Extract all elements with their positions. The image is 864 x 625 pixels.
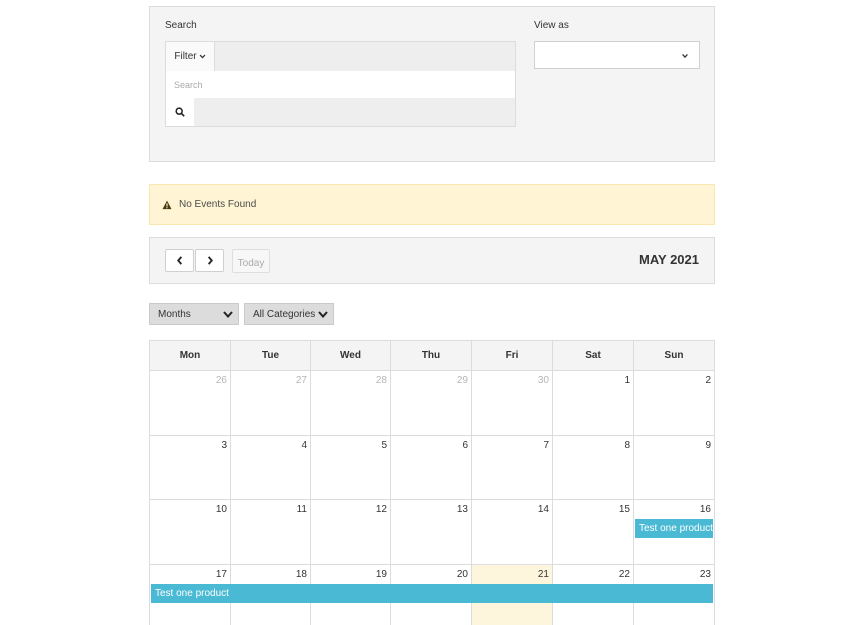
day-number: 15 <box>618 504 630 515</box>
day-number: 16 <box>699 504 711 515</box>
weekday-fri: Fri <box>472 341 553 370</box>
calendar-grid: Mon Tue Wed Thu Fri Sat Sun 26 27 28 29 30 1 2 3 4 5 6 7 8… <box>149 340 715 625</box>
view-as-select[interactable] <box>534 41 700 69</box>
day-cell[interactable]: 9 <box>634 436 714 500</box>
day-cell[interactable]: 10 <box>150 500 231 565</box>
chevron-left-icon <box>176 256 182 265</box>
day-number: 30 <box>537 375 549 386</box>
day-number: 29 <box>456 375 468 386</box>
day-number: 20 <box>456 569 468 580</box>
search-panel: Search Filter View as <box>149 6 715 162</box>
day-cell[interactable]: 30 <box>472 371 553 436</box>
calendar-event[interactable]: Test one product <box>151 584 713 603</box>
day-number: 12 <box>375 504 387 515</box>
prev-month-button[interactable] <box>165 249 194 272</box>
day-cell[interactable]: 7 <box>472 436 553 500</box>
day-cell[interactable]: 8 <box>553 436 634 500</box>
chevron-down-icon <box>318 311 328 319</box>
next-month-button[interactable] <box>195 249 224 272</box>
no-events-alert: No Events Found <box>149 184 715 225</box>
chevron-down-icon <box>223 311 233 319</box>
weekday-tue: Tue <box>231 341 311 370</box>
day-cell[interactable]: 4 <box>231 436 311 500</box>
day-cell[interactable]: 2 <box>634 371 714 436</box>
day-number: 14 <box>537 504 549 515</box>
day-number: 22 <box>618 569 630 580</box>
calendar-days: 26 27 28 29 30 1 2 3 4 5 6 7 8 9 10 11 12 13 14 15 16 17 18 19 2… <box>149 371 715 625</box>
warning-icon <box>162 200 172 209</box>
view-as-label: View as <box>534 20 569 31</box>
chevron-down-icon <box>199 54 206 59</box>
search-input[interactable] <box>166 71 515 98</box>
search-label: Search <box>165 20 197 31</box>
today-button[interactable]: Today <box>232 249 270 273</box>
day-number: 17 <box>215 569 227 580</box>
day-cell[interactable]: 29 <box>391 371 472 436</box>
day-cell[interactable]: 3 <box>150 436 231 500</box>
today-label: Today <box>237 257 265 269</box>
weekday-sun: Sun <box>664 350 684 361</box>
day-number: 11 <box>296 504 307 515</box>
day-number: 4 <box>301 440 307 451</box>
chevron-down-icon <box>682 53 688 59</box>
day-cell[interactable]: 12 <box>311 500 391 565</box>
day-number: 26 <box>215 375 227 386</box>
day-number: 28 <box>375 375 387 386</box>
day-cell[interactable]: 13 <box>391 500 472 565</box>
day-cell[interactable]: 14 <box>472 500 553 565</box>
day-number: 6 <box>462 440 468 451</box>
day-cell[interactable]: 5 <box>311 436 391 500</box>
day-cell[interactable]: 26 <box>150 371 231 436</box>
day-number: 13 <box>456 504 468 515</box>
day-number: 8 <box>624 440 630 451</box>
search-icon <box>175 107 185 117</box>
search-button[interactable] <box>166 98 194 126</box>
day-number: 23 <box>699 569 711 580</box>
calendar-toolbar: Today MAY 2021 <box>149 237 715 284</box>
day-cell[interactable]: 11 <box>231 500 311 565</box>
period-select[interactable]: Months <box>149 303 239 325</box>
chevron-right-icon <box>207 256 213 265</box>
month-title: MAY 2021 <box>639 252 699 267</box>
search-box: Filter <box>165 41 516 127</box>
day-number: 1 <box>624 375 630 386</box>
alert-message: No Events Found <box>179 199 257 210</box>
weekday-mon: Mon <box>150 341 231 370</box>
category-select[interactable]: All Categories <box>244 303 334 325</box>
day-cell[interactable]: 6 <box>391 436 472 500</box>
weekday-thu: Thu <box>391 341 472 370</box>
day-number: 5 <box>381 440 387 451</box>
day-number: 2 <box>705 375 711 386</box>
day-number: 10 <box>215 504 227 515</box>
weekday-sat: Sat <box>553 341 634 370</box>
day-number: 18 <box>295 569 307 580</box>
day-number: 27 <box>295 375 307 386</box>
day-number: 9 <box>705 440 711 451</box>
weekday-header: Mon Tue Wed Thu Fri Sat Sun <box>149 340 715 371</box>
weekday-wed: Wed <box>311 341 391 370</box>
day-number: 7 <box>543 440 549 451</box>
day-number: 19 <box>375 569 387 580</box>
filter-dropdown-button[interactable]: Filter <box>166 42 215 71</box>
filter-label: Filter <box>174 51 197 62</box>
day-cell[interactable]: 1 <box>553 371 634 436</box>
period-value: Months <box>158 308 191 320</box>
day-cell[interactable]: 28 <box>311 371 391 436</box>
category-value: All Categories <box>253 308 316 320</box>
day-number: 3 <box>221 440 227 451</box>
day-cell[interactable]: 15 <box>553 500 634 565</box>
day-number: 21 <box>537 569 549 580</box>
day-cell[interactable]: 27 <box>231 371 311 436</box>
calendar-event[interactable]: Test one product <box>635 519 713 538</box>
